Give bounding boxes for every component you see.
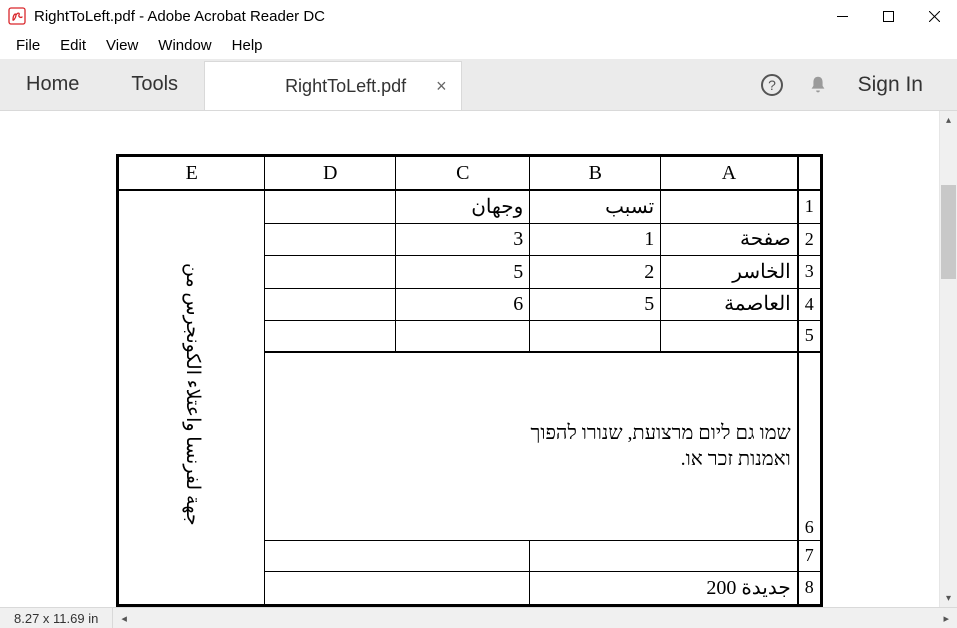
sign-in-button[interactable]: Sign In: [850, 73, 931, 97]
cell-b3: 2: [530, 256, 661, 289]
cell-b2: 1: [530, 223, 661, 256]
vertical-text: جهة لفرنسا واعتلاء الكونجرس من: [178, 263, 205, 526]
header-c: C: [396, 156, 530, 190]
cell-c4: 6: [396, 288, 530, 321]
window-title: RightToLeft.pdf - Adobe Acrobat Reader D…: [34, 8, 325, 25]
pdf-app-icon: [8, 7, 26, 25]
cell-cd8: [265, 572, 530, 606]
cell-d1: [265, 190, 396, 223]
rownum-4: 4: [798, 288, 822, 321]
cell-merged-6: שמו גם ליום מרצועת, שנורו להפוך ואמנות ז…: [265, 352, 798, 540]
header-e: E: [118, 156, 265, 190]
menu-edit[interactable]: Edit: [50, 34, 96, 57]
rownum-2: 2: [798, 223, 822, 256]
cell-c2: 3: [396, 223, 530, 256]
cell-c5: [396, 321, 530, 352]
horizontal-scrollbar[interactable]: ◂ ▸: [113, 612, 957, 625]
cell-c3: 5: [396, 256, 530, 289]
titlebar: RightToLeft.pdf - Adobe Acrobat Reader D…: [0, 0, 957, 32]
header-b: B: [530, 156, 661, 190]
maximize-button[interactable]: [865, 0, 911, 32]
scroll-up-icon[interactable]: ▴: [940, 111, 957, 129]
toolbar: Home Tools RightToLeft.pdf × ? Sign In: [0, 59, 957, 111]
menubar: File Edit View Window Help: [0, 32, 957, 59]
cell-ab8: 200 جديدة: [530, 572, 798, 606]
cell-ab7: [530, 540, 798, 571]
header-d: D: [265, 156, 396, 190]
cell-b1: تسبب: [530, 190, 661, 223]
scroll-down-icon[interactable]: ▾: [940, 589, 957, 607]
document-tab[interactable]: RightToLeft.pdf ×: [204, 61, 462, 110]
content-area: E D C B A جهة لفرنسا واعتلاء الكونجرس من…: [0, 111, 957, 607]
help-icon[interactable]: ?: [758, 71, 786, 99]
cell-a4: العاصمة: [661, 288, 798, 321]
page-size-label: 8.27 x 11.69 in: [0, 608, 113, 628]
minimize-button[interactable]: [819, 0, 865, 32]
cell-a3: الخاسر: [661, 256, 798, 289]
bell-icon[interactable]: [804, 71, 832, 99]
cell-a2: صفحة: [661, 223, 798, 256]
hebrew-text: שמו גם ליום מרצועת, שנורו להפוך ואמנות ז…: [511, 420, 791, 472]
cell-b4: 5: [530, 288, 661, 321]
cell-a5: [661, 321, 798, 352]
tab-close-icon[interactable]: ×: [436, 76, 447, 97]
document-tab-label: RightToLeft.pdf: [285, 76, 406, 97]
rownum-7: 7: [798, 540, 822, 571]
menu-help[interactable]: Help: [222, 34, 273, 57]
cell-e-merged: جهة لفرنسا واعتلاء الكونجرس من: [118, 190, 265, 606]
pdf-table: E D C B A جهة لفرنسا واعتلاء الكونجرس من…: [116, 154, 822, 607]
pdf-viewer[interactable]: E D C B A جهة لفرنسا واعتلاء الكونجرس من…: [0, 111, 939, 607]
home-button[interactable]: Home: [0, 59, 105, 110]
cell-c1: وجهان: [396, 190, 530, 223]
vscroll-thumb[interactable]: [941, 185, 956, 279]
statusbar: 8.27 x 11.69 in ◂ ▸: [0, 607, 957, 628]
rownum-8: 8: [798, 572, 822, 606]
vertical-scrollbar[interactable]: ▴ ▾: [939, 111, 957, 607]
rownum-1: 1: [798, 190, 822, 223]
cell-d2: [265, 223, 396, 256]
header-a: A: [661, 156, 798, 190]
cell-cd7: [265, 540, 530, 571]
cell-d3: [265, 256, 396, 289]
rownum-6: 6: [798, 352, 822, 540]
scroll-right-icon[interactable]: ▸: [939, 612, 953, 625]
rownum-5: 5: [798, 321, 822, 352]
cell-d4: [265, 288, 396, 321]
scroll-left-icon[interactable]: ◂: [117, 612, 131, 625]
svg-text:?: ?: [768, 77, 776, 93]
cell-d5: [265, 321, 396, 352]
menu-file[interactable]: File: [6, 34, 50, 57]
header-rownum: [798, 156, 822, 190]
tools-button[interactable]: Tools: [105, 59, 204, 110]
cell-b5: [530, 321, 661, 352]
menu-view[interactable]: View: [96, 34, 148, 57]
cell-a1: [661, 190, 798, 223]
rownum-3: 3: [798, 256, 822, 289]
menu-window[interactable]: Window: [148, 34, 221, 57]
close-button[interactable]: [911, 0, 957, 32]
